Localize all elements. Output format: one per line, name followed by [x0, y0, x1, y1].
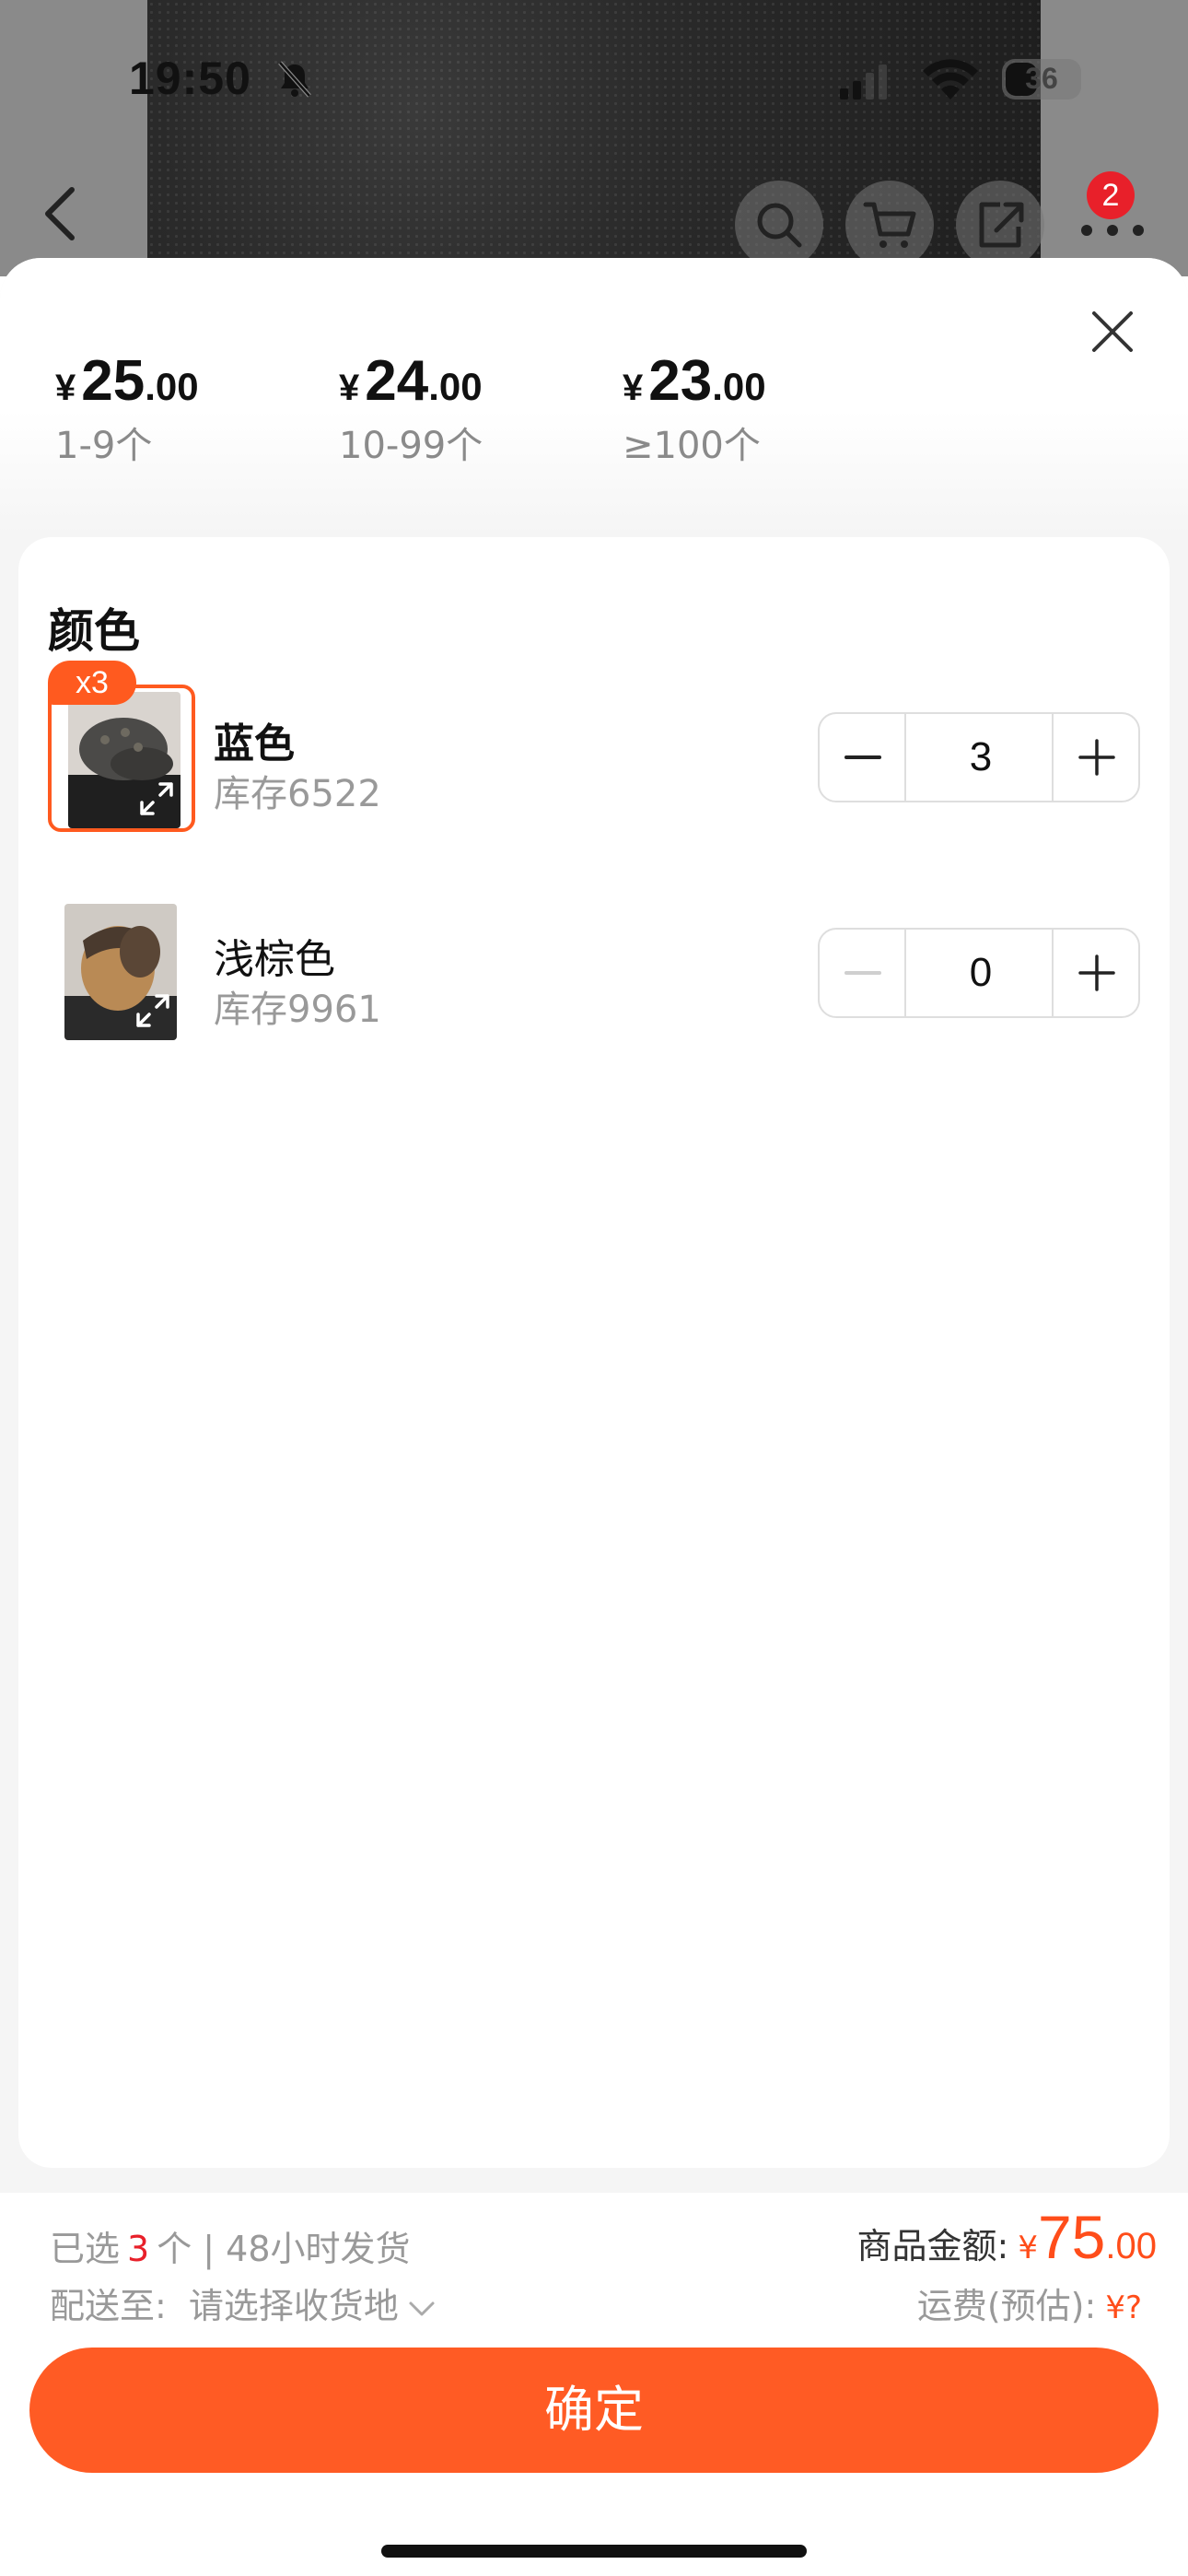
share-button[interactable] [956, 181, 1044, 269]
option-row-light-brown[interactable]: 浅棕色 库存9961 0 [18, 900, 1170, 1057]
currency-symbol: ¥ [623, 368, 644, 408]
bottom-summary-bar: 已选 3 个 | 48小时发货 配送至: 请选择收货地 商品金额: ¥75.00 运费(… [0, 2193, 1188, 2576]
cart-button[interactable] [845, 181, 934, 269]
cellular-signal-icon [840, 64, 887, 100]
option-name: 浅棕色 [214, 936, 335, 983]
confirm-button[interactable]: 确定 [29, 2348, 1159, 2473]
wifi-icon [923, 59, 978, 100]
close-icon[interactable] [1087, 306, 1138, 357]
battery-icon: 36 [1002, 59, 1081, 100]
search-icon [757, 203, 802, 248]
ship-to[interactable]: 配送至: 请选择收货地 [50, 2277, 436, 2328]
selected-count: 3 [127, 2229, 150, 2269]
currency-symbol: ¥ [55, 368, 76, 408]
cart-icon [863, 202, 916, 248]
quantity-stepper: 3 [818, 712, 1140, 802]
tier-price-integer: 24 [365, 349, 429, 413]
increment-button[interactable] [1052, 930, 1138, 1016]
currency-symbol: ¥ [339, 368, 360, 408]
tier-price: ¥25.00 [55, 348, 199, 414]
chevron-down-icon [409, 2301, 435, 2315]
selected-summary: 已选 3 个 | 48小时发货 [50, 2220, 411, 2271]
option-thumbnail[interactable]: x3 [48, 661, 195, 832]
selected-prefix: 已选 [50, 2229, 121, 2269]
shipping-estimate: 运费(预估): ¥? [917, 2277, 1142, 2328]
tier-price-integer: 25 [81, 349, 146, 413]
decrement-button[interactable] [820, 930, 906, 1016]
ship-to-value[interactable]: 请选择收货地 [189, 2286, 399, 2326]
option-stock: 库存9961 [214, 989, 381, 1031]
plus-icon [1078, 739, 1115, 776]
plus-icon [1078, 954, 1115, 991]
status-time: 19:50 [129, 53, 251, 104]
option-name: 蓝色 [214, 720, 295, 767]
tier-price-decimal: .00 [145, 365, 199, 408]
notification-badge: 2 [1087, 171, 1135, 219]
back-icon[interactable] [33, 181, 88, 247]
price-tier: ¥23.00 ≥100个 [623, 348, 766, 469]
selected-quantity-badge: x3 [48, 661, 136, 705]
status-bar: 19:50 36 [0, 0, 1188, 147]
expand-icon[interactable] [136, 779, 177, 819]
increment-button[interactable] [1052, 714, 1138, 801]
amount-label: 商品金额: [856, 2226, 1009, 2266]
section-title-color: 颜色 [48, 604, 140, 658]
shipping-label: 运费(预估): [916, 2286, 1097, 2326]
selected-suffix: 个 | 48小时发货 [157, 2229, 411, 2269]
tier-range: ≥100个 [623, 425, 761, 467]
amount-integer: 75 [1037, 2203, 1106, 2271]
minus-icon [844, 755, 881, 759]
tier-price-integer: 23 [648, 349, 713, 413]
minus-icon [844, 971, 881, 975]
amount-currency: ¥ [1018, 2230, 1038, 2266]
shipping-value: ¥? [1105, 2289, 1142, 2326]
tier-price: ¥24.00 [339, 348, 483, 414]
options-card: 颜色 x3 蓝色 库存6522 3 浅棕色 库存9961 0 [18, 537, 1170, 2168]
option-thumbnail[interactable] [48, 900, 195, 1048]
expand-icon[interactable] [133, 990, 173, 1031]
ship-to-label: 配送至: [50, 2286, 167, 2326]
amount-summary: 商品金额: ¥75.00 [857, 2202, 1157, 2272]
quantity-stepper: 0 [818, 928, 1140, 1018]
sheet-header: ¥25.00 1-9个 ¥24.00 10-99个 ¥23.00 ≥100个 [0, 258, 1188, 534]
price-tier: ¥25.00 1-9个 [55, 348, 199, 469]
share-icon [979, 202, 1024, 248]
option-row-blue[interactable]: x3 蓝色 库存6522 3 [18, 661, 1170, 841]
tier-price-decimal: .00 [428, 365, 483, 408]
tier-price: ¥23.00 [623, 348, 766, 414]
bell-slash-icon [278, 61, 311, 98]
home-indicator[interactable] [381, 2545, 807, 2558]
quantity-input[interactable]: 3 [908, 714, 1054, 801]
search-button[interactable] [735, 181, 823, 269]
tier-price-decimal: .00 [712, 365, 766, 408]
amount-decimal: .00 [1105, 2226, 1157, 2266]
price-tier: ¥24.00 10-99个 [339, 348, 483, 469]
tier-range: 10-99个 [339, 425, 483, 467]
quantity-input[interactable]: 0 [908, 930, 1054, 1016]
option-stock: 库存6522 [214, 773, 381, 815]
tier-range: 1-9个 [55, 425, 153, 467]
decrement-button[interactable] [820, 714, 906, 801]
battery-level: 36 [1025, 62, 1058, 95]
